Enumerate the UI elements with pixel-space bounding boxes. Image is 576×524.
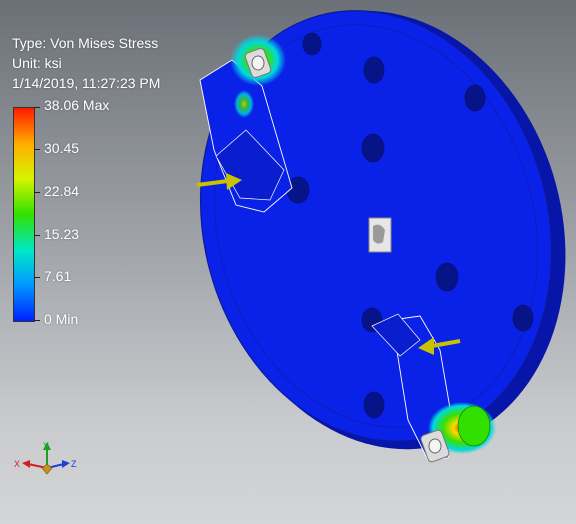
result-type-label: Type: Von Mises Stress	[12, 35, 159, 51]
legend-min-label: 0 Min	[44, 311, 79, 327]
legend-label: 7.61	[44, 268, 72, 284]
hole	[302, 32, 322, 56]
legend-tick	[34, 149, 40, 150]
legend-tick	[34, 192, 40, 193]
center-fitting	[368, 217, 392, 253]
legend-tick	[34, 320, 40, 321]
axis-triad[interactable]: Y X Z	[14, 440, 84, 485]
legend-label: 30.45	[44, 140, 80, 156]
stress-color-legend-bar	[13, 107, 35, 322]
hole	[435, 262, 459, 292]
legend-max-label: 38.06 Max	[44, 97, 110, 113]
legend-tick	[34, 235, 40, 236]
z-axis-label: Z	[71, 459, 77, 469]
y-axis-label: Y	[43, 441, 49, 451]
hole	[512, 304, 534, 332]
legend-label: 15.23	[44, 226, 80, 242]
x-axis-label: X	[14, 459, 20, 469]
hole	[464, 84, 486, 112]
hole	[363, 391, 385, 419]
result-timestamp: 1/14/2019, 11:27:23 PM	[12, 75, 161, 91]
legend-label: 22.84	[44, 183, 80, 199]
legend-tick	[34, 107, 40, 108]
legend-tick	[34, 277, 40, 278]
result-unit-label: Unit: ksi	[12, 55, 62, 71]
hole	[363, 56, 385, 84]
hole	[361, 133, 385, 163]
